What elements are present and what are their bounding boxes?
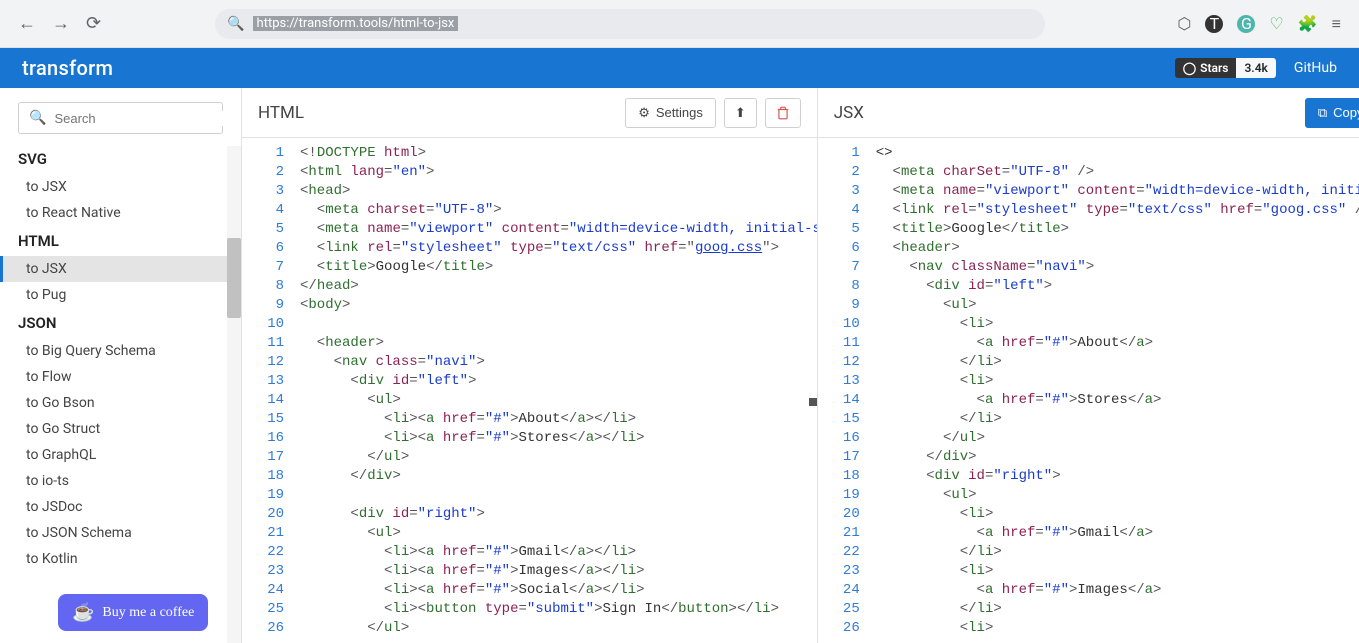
nav-item[interactable]: to GraphQL xyxy=(0,442,241,468)
stars-label: Stars xyxy=(1200,61,1228,75)
url-text: https://transform.tools/html-to-jsx xyxy=(253,16,459,31)
sidebar: 🔍 SVGto JSXto React NativeHTMLto JSXto P… xyxy=(0,88,242,643)
coffee-cup-icon: ☕ xyxy=(72,602,94,623)
app-logo[interactable]: transform xyxy=(22,56,113,80)
menu-icon[interactable]: ≡ xyxy=(1332,14,1341,34)
nav-item[interactable]: to io-ts xyxy=(0,468,241,494)
right-pane-title: JSX xyxy=(834,103,864,123)
upload-icon: ⬆ xyxy=(735,105,746,121)
nav-heading-json: JSON xyxy=(0,308,241,338)
right-editor[interactable]: 1234567891011121314151617181920212223242… xyxy=(818,138,1359,643)
url-bar[interactable]: 🔍 https://transform.tools/html-to-jsx xyxy=(215,9,1045,39)
search-input[interactable] xyxy=(54,111,230,126)
nav-item[interactable]: to JSON Schema xyxy=(0,520,241,546)
nav-item[interactable]: to Pug xyxy=(0,282,241,308)
settings-label: Settings xyxy=(656,105,703,120)
github-stars-badge[interactable]: ◯ Stars 3.4k xyxy=(1175,58,1276,78)
nav-item[interactable]: to JSX xyxy=(0,174,241,200)
nav-item[interactable]: to JSDoc xyxy=(0,494,241,520)
nav-item[interactable]: to React Native xyxy=(0,200,241,226)
forward-icon[interactable]: → xyxy=(52,13,70,34)
coffee-label: Buy me a coffee xyxy=(102,605,194,621)
shield-icon[interactable]: ♡ xyxy=(1269,14,1283,33)
ext-icon-t[interactable]: T xyxy=(1205,15,1223,33)
nav-item[interactable]: to Flow xyxy=(0,364,241,390)
app-header: transform ◯ Stars 3.4k GitHub xyxy=(0,48,1359,88)
copy-button[interactable]: ⧉ Copy xyxy=(1305,98,1359,128)
browser-toolbar: ⬡ T G ♡ 🧩 ≡ xyxy=(1177,14,1341,34)
nav-item[interactable]: to Go Bson xyxy=(0,390,241,416)
right-pane-header: JSX ⧉ Copy xyxy=(818,88,1359,138)
nav-arrows: ← → ⟳ xyxy=(18,13,101,34)
scrollbar-thumb[interactable] xyxy=(227,238,241,318)
search-icon: 🔍 xyxy=(29,110,46,126)
buy-coffee-button[interactable]: ☕ Buy me a coffee xyxy=(58,594,208,631)
stars-count: 3.4k xyxy=(1236,58,1275,78)
upload-button[interactable]: ⬆ xyxy=(724,98,757,128)
back-icon[interactable]: ← xyxy=(18,13,36,34)
nav-item[interactable]: to JSX xyxy=(0,256,241,282)
settings-button[interactable]: ⚙ Settings xyxy=(625,98,716,128)
copy-icon: ⧉ xyxy=(1318,105,1327,121)
gear-icon: ⚙ xyxy=(638,105,650,121)
github-link[interactable]: GitHub xyxy=(1294,60,1337,76)
scrollbar-track[interactable] xyxy=(227,146,241,643)
left-editor[interactable]: 1234567891011121314151617181920212223242… xyxy=(242,138,817,643)
reload-icon[interactable]: ⟳ xyxy=(86,13,101,34)
nav-item[interactable]: to Kotlin xyxy=(0,546,241,572)
nav-heading-html: HTML xyxy=(0,226,241,256)
pocket-icon[interactable]: ⬡ xyxy=(1177,14,1191,33)
ext-icon-puzzle[interactable]: 🧩 xyxy=(1298,14,1318,33)
trash-icon xyxy=(776,106,790,120)
nav-item[interactable]: to Go Struct xyxy=(0,416,241,442)
ext-icon-grammarly[interactable]: G xyxy=(1237,15,1255,33)
left-pane: HTML ⚙ Settings ⬆ 1234567891011121314151… xyxy=(242,88,818,643)
browser-chrome: ← → ⟳ 🔍 https://transform.tools/html-to-… xyxy=(0,0,1359,48)
search-box[interactable]: 🔍 xyxy=(18,102,223,134)
nav-item[interactable]: to Big Query Schema xyxy=(0,338,241,364)
nav-heading-svg: SVG xyxy=(0,144,241,174)
delete-button[interactable] xyxy=(765,98,801,128)
right-pane: JSX ⧉ Copy 12345678910111213141516171819… xyxy=(818,88,1359,643)
copy-label: Copy xyxy=(1333,105,1359,120)
star-icon: ◯ xyxy=(1183,61,1196,75)
left-pane-title: HTML xyxy=(258,103,304,123)
search-icon: 🔍 xyxy=(227,16,244,32)
left-pane-header: HTML ⚙ Settings ⬆ xyxy=(242,88,817,138)
resize-handle[interactable] xyxy=(809,398,817,406)
